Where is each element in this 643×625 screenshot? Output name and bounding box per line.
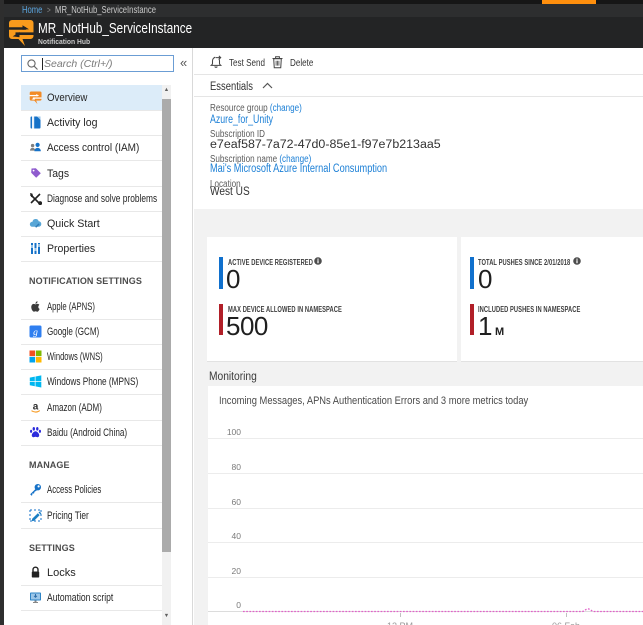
- svg-text:g: g: [33, 328, 38, 338]
- svg-text:a: a: [33, 401, 39, 412]
